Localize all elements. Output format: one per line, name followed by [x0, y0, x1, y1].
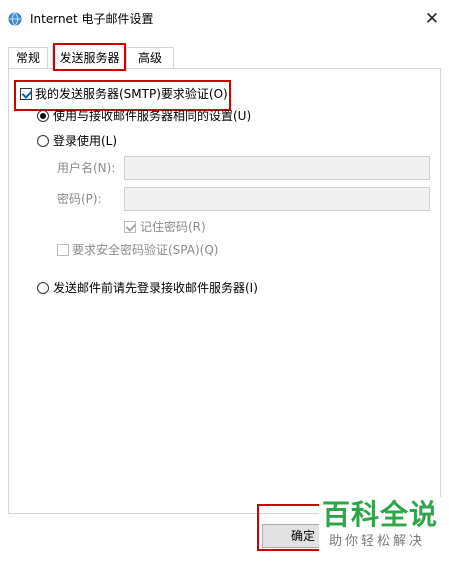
- password-label: 密码(P):: [57, 192, 102, 206]
- title-bar: Internet 电子邮件设置 ✕: [0, 0, 449, 38]
- remember-password-checkbox[interactable]: [124, 221, 136, 233]
- password-field[interactable]: [124, 187, 430, 211]
- username-field[interactable]: [124, 156, 430, 180]
- app-icon: [8, 12, 22, 26]
- close-icon[interactable]: ✕: [418, 6, 446, 32]
- remember-password-label: 记住密码(R): [140, 220, 206, 234]
- login-with-radio[interactable]: [37, 135, 49, 147]
- use-same-settings-label[interactable]: 使用与接收邮件服务器相同的设置(U): [53, 109, 251, 123]
- require-auth-label[interactable]: 我的发送服务器(SMTP)要求验证(O): [35, 87, 228, 101]
- username-label: 用户名(N):: [57, 161, 116, 175]
- watermark-tagline: 助你轻松解决: [329, 534, 426, 549]
- tab-general[interactable]: 常规: [8, 47, 48, 68]
- tab-outgoing-server[interactable]: 发送服务器: [52, 44, 127, 71]
- login-with-label[interactable]: 登录使用(L): [53, 134, 117, 148]
- watermark-brand: 百科全说: [322, 498, 439, 531]
- use-same-settings-radio[interactable]: [37, 110, 49, 122]
- spa-checkbox[interactable]: [57, 244, 69, 256]
- login-incoming-first-radio[interactable]: [37, 282, 49, 294]
- ok-highlight-box: [257, 504, 327, 551]
- window-title: Internet 电子邮件设置: [30, 12, 154, 26]
- login-incoming-first-label[interactable]: 发送邮件前请先登录接收邮件服务器(I): [53, 281, 258, 295]
- require-auth-checkbox[interactable]: [20, 88, 32, 100]
- watermark: 百科全说 助你轻松解决: [319, 497, 447, 557]
- tab-advanced[interactable]: 高级: [126, 47, 174, 68]
- spa-label: 要求安全密码验证(SPA)(Q): [72, 243, 219, 257]
